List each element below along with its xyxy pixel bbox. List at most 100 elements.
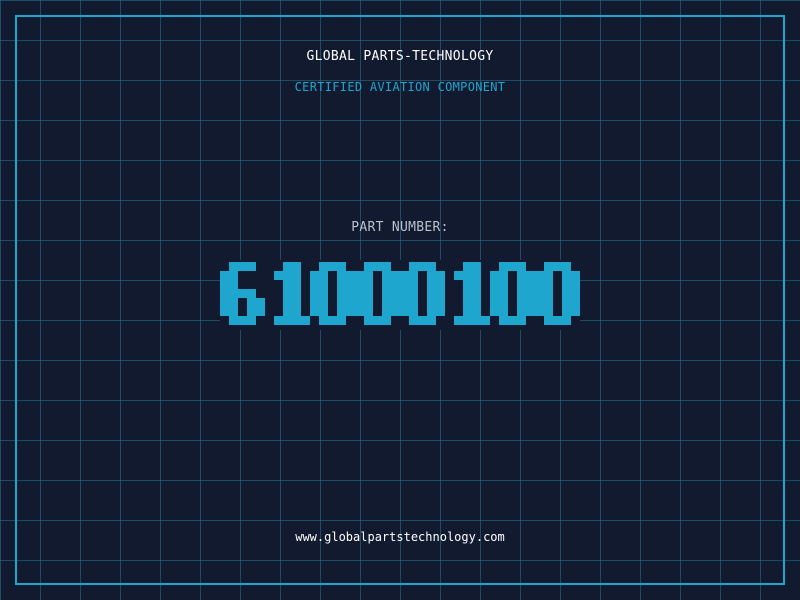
digit-pixel: [391, 289, 400, 298]
digit-pixel: [382, 316, 391, 325]
digit-pixel: [499, 298, 508, 307]
digit-pixel: [517, 307, 526, 316]
digit-pixel: [427, 262, 436, 271]
digit-pixel: [544, 289, 553, 298]
digit-pixel: [571, 298, 580, 307]
digit-pixel: [427, 316, 436, 325]
digit-pixel: [400, 271, 409, 280]
digit-pixel: [454, 271, 463, 280]
digit-pixel: [535, 271, 544, 280]
digit-pixel: [220, 271, 229, 280]
digit-pixel: [409, 298, 418, 307]
digit-pixel: [418, 262, 427, 271]
digit-pixel: [526, 298, 535, 307]
digit-pixel: [517, 298, 526, 307]
digit-pixel: [346, 307, 355, 316]
digit-pixel: [418, 316, 427, 325]
digit-pixel: [292, 307, 301, 316]
pixel-digits: [220, 262, 580, 325]
digit-pixel: [346, 298, 355, 307]
digit-pixel: [508, 316, 517, 325]
digit-pixel: [229, 262, 238, 271]
digit-pixel: [256, 298, 265, 307]
digit-pixel: [283, 262, 292, 271]
digit-pixel: [373, 316, 382, 325]
digit-pixel: [472, 298, 481, 307]
website-url: www.globalpartstechnology.com: [295, 530, 505, 544]
digit-pixel: [310, 280, 319, 289]
digit-pixel: [400, 307, 409, 316]
digit-pixel: [436, 298, 445, 307]
digit-pixel: [247, 316, 256, 325]
digit-pixel: [364, 307, 373, 316]
digit-pixel: [409, 271, 418, 280]
digit-pixel: [544, 298, 553, 307]
digit-pixel: [346, 280, 355, 289]
digit-pixel: [508, 262, 517, 271]
digit-0: [355, 262, 400, 325]
digit-pixel: [499, 262, 508, 271]
digit-pixel: [229, 289, 238, 298]
digit-pixel: [319, 289, 328, 298]
digit-pixel: [526, 307, 535, 316]
digit-pixel: [328, 316, 337, 325]
digit-pixel: [373, 262, 382, 271]
digit-pixel: [436, 271, 445, 280]
digit-pixel: [553, 262, 562, 271]
digit-pixel: [409, 316, 418, 325]
digit-pixel: [364, 298, 373, 307]
digit-pixel: [553, 316, 562, 325]
digit-pixel: [310, 307, 319, 316]
digit-pixel: [337, 316, 346, 325]
digit-pixel: [319, 307, 328, 316]
digit-pixel: [409, 262, 418, 271]
digit-1: [274, 262, 310, 325]
digit-pixel: [382, 307, 391, 316]
digit-pixel: [220, 280, 229, 289]
digit-pixel: [301, 316, 310, 325]
digit-pixel: [571, 289, 580, 298]
digit-pixel: [571, 271, 580, 280]
digit-pixel: [382, 280, 391, 289]
digit-pixel: [562, 307, 571, 316]
digit-pixel: [310, 289, 319, 298]
digit-pixel: [427, 271, 436, 280]
digit-pixel: [562, 316, 571, 325]
digit-pixel: [463, 307, 472, 316]
digit-pixel: [355, 271, 364, 280]
digit-pixel: [292, 262, 301, 271]
digit-0: [400, 262, 445, 325]
digit-pixel: [562, 280, 571, 289]
digit-pixel: [571, 307, 580, 316]
digit-pixel: [283, 307, 292, 316]
digit-pixel: [472, 307, 481, 316]
digit-pixel: [535, 307, 544, 316]
digit-pixel: [436, 280, 445, 289]
digit-pixel: [535, 289, 544, 298]
digit-pixel: [391, 307, 400, 316]
digit-pixel: [247, 298, 256, 307]
digit-pixel: [391, 298, 400, 307]
certification-subtitle: CERTIFIED AVIATION COMPONENT: [294, 80, 506, 94]
digit-pixel: [292, 289, 301, 298]
digit-pixel: [382, 271, 391, 280]
digit-pixel: [436, 289, 445, 298]
digit-pixel: [337, 271, 346, 280]
digit-6: [220, 262, 265, 325]
digit-pixel: [400, 298, 409, 307]
digit-0: [310, 262, 355, 325]
digit-pixel: [292, 280, 301, 289]
digit-pixel: [526, 271, 535, 280]
digit-pixel: [463, 271, 472, 280]
digit-pixel: [319, 262, 328, 271]
digit-pixel: [427, 289, 436, 298]
digit-pixel: [517, 271, 526, 280]
digit-pixel: [283, 280, 292, 289]
digit-pixel: [526, 289, 535, 298]
digit-0: [490, 262, 535, 325]
digit-pixel: [490, 289, 499, 298]
company-name: GLOBAL PARTS-TECHNOLOGY: [306, 49, 494, 64]
digit-pixel: [409, 289, 418, 298]
digit-pixel: [310, 271, 319, 280]
digit-pixel: [220, 298, 229, 307]
